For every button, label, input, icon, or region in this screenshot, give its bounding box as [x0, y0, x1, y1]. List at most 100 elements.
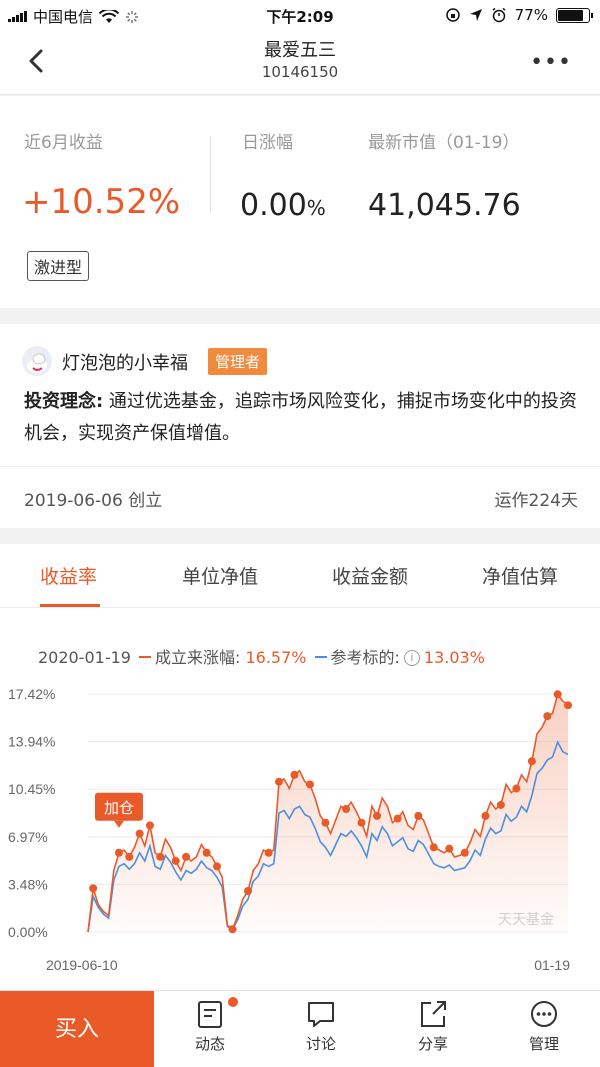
manage-button[interactable]: 管理: [504, 999, 584, 1054]
investment-philosophy: 投资理念: 通过优选基金，追踪市场风险变化，捕捉市场变化中的投资机会，实现资产保…: [24, 386, 580, 450]
risk-tag: 激进型: [27, 251, 90, 281]
manager-card: 灯泡泡的小幸福 管理者 投资理念: 通过优选基金，追踪市场风险变化，捕捉市场变化…: [0, 324, 600, 528]
chart-legend: 2020-01-19 成立来涨幅: 16.57% 参考标的: i 13.03%: [38, 644, 485, 668]
buy-marker: [481, 811, 490, 820]
divider: [0, 466, 600, 467]
x-tick-label: 2019-06-10: [46, 957, 118, 973]
tab-nav-estimate[interactable]: 净值估算: [482, 562, 558, 589]
chat-icon: [308, 1002, 334, 1027]
buy-marker: [89, 884, 98, 893]
x-tick-label: 01-19: [534, 957, 570, 973]
daily-change-value: 0.00: [240, 188, 307, 223]
page-title: 最爱五三: [264, 40, 336, 61]
y-tick-label: 17.42%: [8, 686, 55, 702]
buy-marker: [171, 856, 180, 865]
y-tick-label: 10.45%: [8, 781, 55, 797]
battery-percent: 77%: [514, 6, 548, 24]
chart-watermark: 天天基金: [498, 911, 554, 927]
feed-icon: [198, 1001, 222, 1028]
more-options-icon[interactable]: •••: [530, 50, 572, 75]
buy-marker: [202, 848, 211, 857]
summary-card: 近6月收益 +10.52% 日涨幅 0.00% 最新市值（01-19） 41,0…: [0, 96, 600, 308]
y-tick-label: 0.00%: [8, 924, 48, 940]
buy-marker: [114, 848, 123, 857]
buy-marker: [429, 843, 438, 852]
annotation-label: 加仓: [104, 800, 134, 817]
buy-marker: [414, 811, 423, 820]
y-tick-label: 3.48%: [8, 876, 48, 892]
buy-marker: [496, 800, 505, 809]
buy-marker: [342, 805, 351, 814]
buy-marker: [182, 852, 191, 861]
tab-unit-nav[interactable]: 单位净值: [182, 562, 258, 589]
location-icon: [469, 9, 482, 21]
buy-marker: [135, 829, 144, 838]
share-label: 分享: [417, 1035, 448, 1053]
legend-series1-label: 成立来涨幅:: [154, 648, 241, 667]
buy-marker: [244, 887, 252, 896]
legend-series2-label: 参考标的:: [330, 648, 400, 667]
share-icon: [421, 1001, 446, 1027]
status-bar: 中国电信 下午2:09 77%: [0, 0, 600, 30]
chart-card: 收益率 单位净值 收益金额 净值估算 2020-01-19 成立来涨幅: 16.5…: [0, 544, 600, 990]
buy-marker: [264, 848, 273, 857]
buy-marker: [553, 690, 562, 699]
avatar[interactable]: [22, 346, 52, 376]
manage-label: 管理: [528, 1035, 559, 1053]
buy-marker: [527, 757, 536, 766]
annotation-pointer: [113, 820, 124, 828]
return-chart[interactable]: 17.42% 13.94% 10.45% 6.97% 3.48% 0.00% 天天基金 加仓 2…: [0, 674, 600, 984]
tab-return-rate[interactable]: 收益率: [40, 562, 97, 589]
portfolio-code: 10146150: [261, 63, 339, 81]
buy-marker: [445, 844, 454, 853]
battery-icon: [556, 7, 593, 23]
summary-divider: [210, 136, 211, 212]
nav-bar: 最爱五三 10146150 •••: [0, 30, 600, 95]
philosophy-text: 通过优选基金，追踪市场风险变化，捕捉市场变化中的投资机会，实现资产保值增值。: [24, 391, 577, 444]
buy-marker: [228, 925, 237, 934]
buy-marker: [543, 712, 552, 721]
manager-name[interactable]: 灯泡泡的小幸福: [62, 349, 188, 375]
series-area-fill: [88, 694, 568, 932]
return-label: 近6月收益: [24, 133, 103, 153]
founded-date: 2019-06-06 创立: [24, 491, 163, 511]
legend-series2-value: 13.03%: [423, 648, 485, 667]
manage-icon: [531, 1001, 557, 1027]
buy-marker: [156, 852, 165, 861]
feed-button[interactable]: 动态: [170, 999, 250, 1054]
running-days: 运作224天: [494, 491, 578, 511]
legend-swatch-benchmark: [314, 656, 327, 658]
chart-tabs: 收益率 单位净值 收益金额 净值估算: [0, 544, 600, 608]
legend-series1-value: 16.57%: [245, 648, 307, 667]
buy-marker: [460, 848, 469, 857]
buy-marker: [213, 862, 222, 871]
buy-marker: [373, 811, 382, 820]
discuss-label: 讨论: [305, 1035, 336, 1053]
buy-marker: [125, 852, 134, 861]
buy-marker: [290, 770, 299, 779]
daily-change-unit: %: [306, 196, 326, 220]
buy-marker: [274, 777, 283, 786]
bottom-bar: 买入 动态 讨论 分享 管理: [0, 990, 600, 1067]
legend-swatch-portfolio: [138, 656, 151, 658]
buy-button[interactable]: 买入: [0, 991, 154, 1067]
tab-return-amount[interactable]: 收益金额: [332, 562, 408, 589]
legend-date: 2020-01-19: [38, 648, 131, 667]
notification-badge: [228, 997, 238, 1007]
y-tick-label: 6.97%: [8, 829, 48, 845]
philosophy-label: 投资理念:: [24, 391, 104, 412]
market-value: 41,045.76: [368, 188, 521, 223]
buy-marker: [321, 818, 330, 827]
buy-marker: [357, 818, 366, 827]
return-value: +10.52%: [22, 182, 181, 222]
feed-label: 动态: [194, 1035, 225, 1053]
daily-change-label: 日涨幅: [242, 133, 293, 153]
active-tab-indicator: [40, 604, 100, 607]
discuss-button[interactable]: 讨论: [281, 999, 361, 1054]
buy-marker: [393, 814, 402, 823]
info-icon[interactable]: i: [403, 649, 420, 666]
y-tick-label: 13.94%: [8, 734, 55, 750]
buy-marker: [564, 701, 572, 710]
share-button[interactable]: 分享: [393, 999, 473, 1054]
buy-marker: [512, 784, 521, 793]
